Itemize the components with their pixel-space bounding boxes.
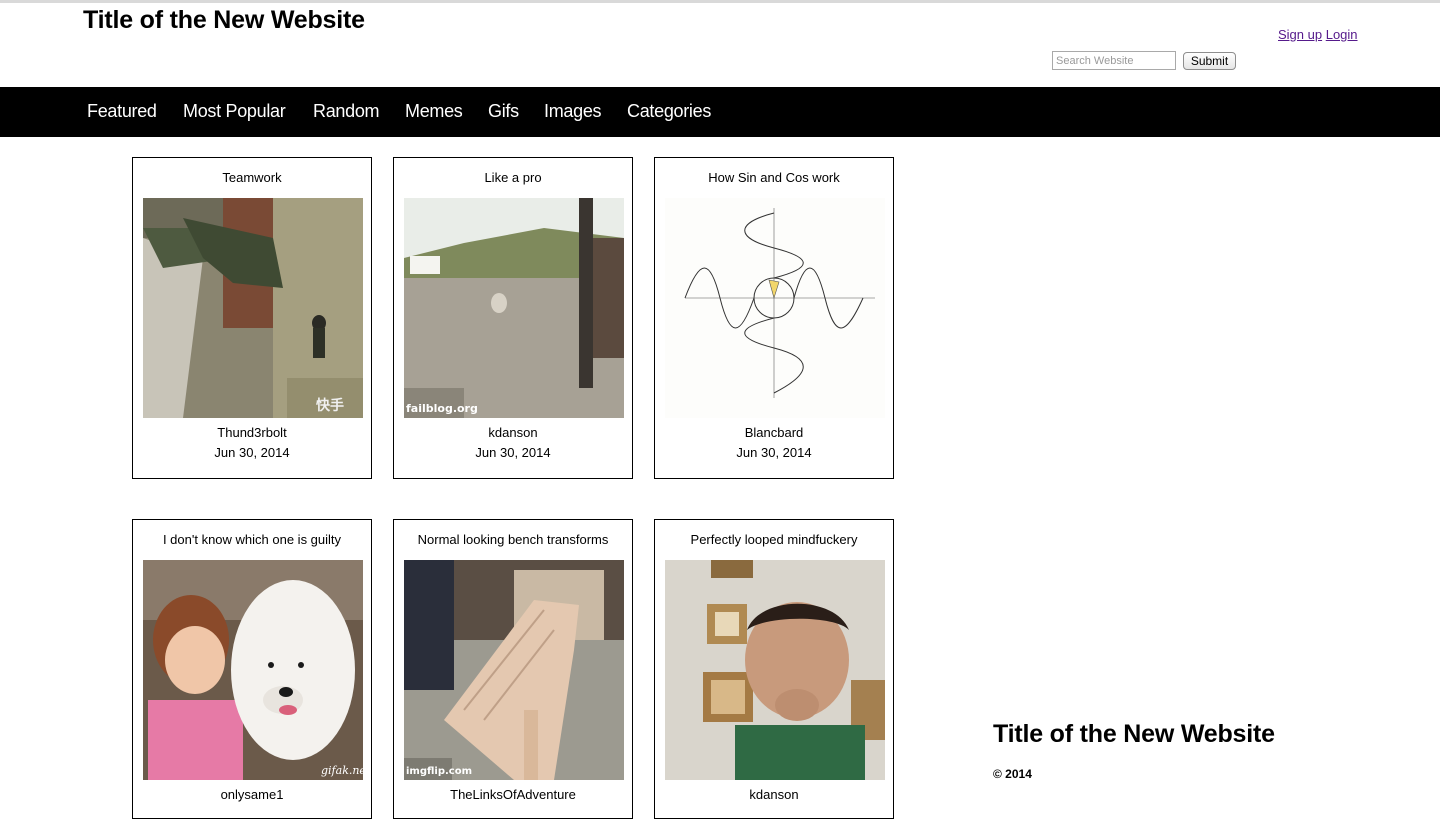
submit-button[interactable]: Submit	[1183, 52, 1236, 70]
post-card[interactable]: Normal looking bench transforms imgflip.…	[393, 519, 633, 819]
nav-random[interactable]: Random	[313, 101, 380, 122]
post-card[interactable]: Like a pro failblog.org kdanson Jun 30, …	[393, 157, 633, 479]
nav-images[interactable]: Images	[544, 101, 602, 122]
main-nav: Featured Most Popular Random Memes Gifs …	[0, 87, 1440, 137]
post-author[interactable]: kdanson	[655, 787, 893, 802]
post-date: Jun 30, 2014	[475, 445, 551, 460]
post-image[interactable]	[665, 560, 885, 780]
watermark-text: 快手	[316, 397, 344, 414]
post-card[interactable]: How Sin and Cos work Blancbard Jun 30, 2…	[654, 157, 894, 479]
watermark-text: gifak.net	[321, 764, 363, 777]
post-card[interactable]: Perfectly looped mindfuckery kdanson	[654, 519, 894, 819]
post-card[interactable]: I don't know which one is guilty gifak.n…	[132, 519, 372, 819]
post-author[interactable]: Blancbard	[655, 425, 893, 440]
search-input[interactable]	[1052, 51, 1176, 70]
nav-most-popular[interactable]: Most Popular	[183, 101, 286, 122]
footer-title: Title of the New Website	[993, 720, 1275, 748]
post-image[interactable]: 快手	[143, 198, 363, 418]
post-date: Jun 30, 2014	[214, 445, 290, 460]
top-border	[0, 0, 1440, 3]
post-image[interactable]: failblog.org	[404, 198, 624, 418]
nav-featured[interactable]: Featured	[87, 101, 157, 122]
post-author[interactable]: kdanson	[394, 425, 632, 440]
nav-categories[interactable]: Categories	[627, 101, 711, 122]
post-title[interactable]: Like a pro	[394, 170, 632, 185]
post-image[interactable]: imgflip.com	[404, 560, 624, 780]
post-card[interactable]: Teamwork 快手 Thund3rbolt Jun 30, 2014	[132, 157, 372, 479]
post-title[interactable]: Teamwork	[133, 170, 371, 185]
auth-links: Sign up Login	[1278, 27, 1358, 42]
post-author[interactable]: TheLinksOfAdventure	[394, 787, 632, 802]
post-title[interactable]: I don't know which one is guilty	[133, 532, 371, 547]
login-link[interactable]: Login	[1326, 27, 1358, 42]
watermark-text: imgflip.com	[406, 766, 472, 777]
nav-gifs[interactable]: Gifs	[488, 101, 519, 122]
site-title: Title of the New Website	[83, 6, 365, 34]
watermark-text: failblog.org	[406, 402, 478, 415]
post-title[interactable]: Perfectly looped mindfuckery	[655, 532, 893, 547]
post-title[interactable]: How Sin and Cos work	[655, 170, 893, 185]
post-image[interactable]	[665, 198, 885, 418]
post-date: Jun 30, 2014	[736, 445, 812, 460]
footer-copyright: © 2014	[993, 767, 1032, 781]
signup-link[interactable]: Sign up	[1278, 27, 1322, 42]
post-title[interactable]: Normal looking bench transforms	[394, 532, 632, 547]
post-image[interactable]: gifak.net	[143, 560, 363, 780]
nav-memes[interactable]: Memes	[405, 101, 463, 122]
post-author[interactable]: Thund3rbolt	[133, 425, 371, 440]
post-author[interactable]: onlysame1	[133, 787, 371, 802]
